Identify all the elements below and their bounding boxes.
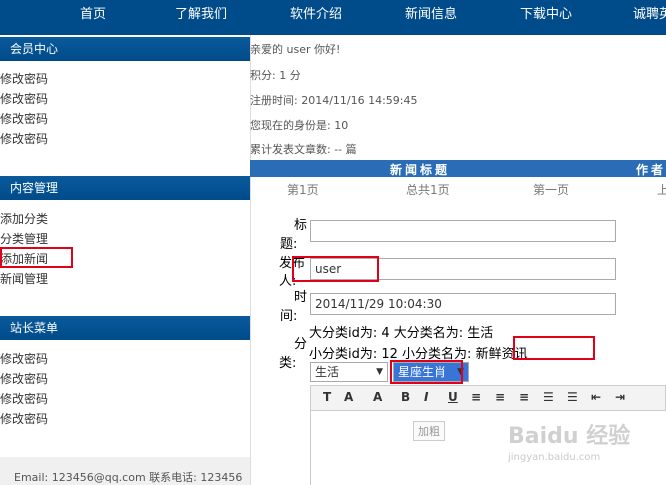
- nav-download[interactable]: 下载中心: [520, 3, 572, 22]
- sidebar-item-add-category[interactable]: 添加分类: [0, 210, 48, 227]
- sidebar-item-news-manage[interactable]: 新闻管理: [0, 270, 48, 287]
- category-label: 分: [294, 337, 308, 352]
- news-table-header: 新闻标题 作者: [250, 160, 666, 177]
- sidebar-content-title: 内容管理: [0, 176, 250, 200]
- pager-prev[interactable]: 上: [657, 181, 666, 198]
- chevron-down-icon: ▼: [376, 367, 383, 377]
- unordered-list-icon[interactable]: ☰: [567, 390, 578, 404]
- greeting-text: 亲爱的 user 你好!: [250, 43, 341, 56]
- underline-icon[interactable]: U: [448, 390, 458, 404]
- column-header-author: 作者: [636, 163, 666, 177]
- nav-software[interactable]: 软件介绍: [290, 3, 342, 22]
- article-count-text: 累计发表文章数: -- 篇: [250, 143, 357, 156]
- title-label: 题:: [280, 237, 298, 252]
- outdent-icon[interactable]: ⇤: [591, 390, 601, 404]
- big-category-value: 生活: [315, 365, 340, 379]
- big-category-select[interactable]: 生活 ▼: [310, 362, 388, 382]
- time-label: 时: [294, 290, 308, 305]
- italic-icon[interactable]: I: [424, 390, 428, 404]
- highlight-category-select: [390, 360, 463, 384]
- bold-tooltip: 加粗: [413, 421, 445, 441]
- pager-current: 第1页: [287, 183, 319, 197]
- column-header-title: 新闻标题: [390, 163, 451, 177]
- highlight-add-news: [0, 247, 73, 268]
- nav-jobs[interactable]: 诚聘英: [633, 3, 666, 22]
- sidebar-item-change-password[interactable]: 修改密码: [0, 390, 48, 407]
- bold-icon[interactable]: B: [401, 390, 410, 404]
- sidebar-item-change-password[interactable]: 修改密码: [0, 90, 48, 107]
- time-label: 间:: [280, 309, 298, 324]
- title-label: 标: [294, 218, 308, 233]
- highlight-small-category: [513, 336, 595, 360]
- nav-home[interactable]: 首页: [80, 3, 106, 22]
- time-input[interactable]: 2014/11/29 10:04:30: [310, 293, 616, 315]
- ordered-list-icon[interactable]: ☰: [543, 390, 554, 404]
- font-color-icon[interactable]: A: [344, 390, 353, 404]
- pager-total: 总共1页: [406, 183, 450, 197]
- nav-news[interactable]: 新闻信息: [405, 3, 457, 22]
- sidebar-item-change-password[interactable]: 修改密码: [0, 130, 48, 147]
- identity-text: 您现在的身份是: 10: [250, 119, 349, 132]
- indent-icon[interactable]: ⇥: [615, 390, 625, 404]
- sidebar-item-category-manage[interactable]: 分类管理: [0, 230, 48, 247]
- nav-about[interactable]: 了解我们: [175, 3, 227, 22]
- points-text: 积分: 1 分: [250, 69, 301, 82]
- sidebar-item-change-password[interactable]: 修改密码: [0, 410, 48, 427]
- highlight-color-icon[interactable]: A: [373, 390, 382, 404]
- baidu-watermark: Baidu 经验: [508, 424, 631, 449]
- sidebar-member-title: 会员中心: [0, 37, 250, 61]
- sidebar-item-change-password[interactable]: 修改密码: [0, 70, 48, 87]
- align-right-icon[interactable]: ≡: [519, 390, 529, 404]
- category-label: 类:: [279, 356, 297, 371]
- sidebar-admin-title: 站长菜单: [0, 316, 250, 340]
- baidu-watermark-url: jingyan.baidu.com: [508, 452, 601, 463]
- sidebar-item-change-password[interactable]: 修改密码: [0, 370, 48, 387]
- sidebar-item-change-password[interactable]: 修改密码: [0, 350, 48, 367]
- pager-first[interactable]: 第一页: [533, 181, 569, 198]
- title-input[interactable]: [310, 220, 616, 242]
- register-time-text: 注册时间: 2014/11/16 14:59:45: [250, 94, 418, 107]
- highlight-author: [292, 256, 379, 282]
- clear-format-icon[interactable]: T: [323, 390, 331, 404]
- sidebar-footer: Email: 123456@qq.com 联系电话: 123456: [0, 457, 250, 485]
- sidebar-item-change-password[interactable]: 修改密码: [0, 110, 48, 127]
- big-category-text: 大分类id为: 4 大分类名为: 生活: [309, 326, 494, 341]
- top-navigation: 首页 了解我们 软件介绍 新闻信息 下载中心 诚聘英: [0, 0, 666, 35]
- align-center-icon[interactable]: ≡: [495, 390, 505, 404]
- editor-toolbar: T A A B I U ≡ ≡ ≡ ☰ ☰ ⇤ ⇥: [310, 385, 666, 411]
- align-left-icon[interactable]: ≡: [471, 390, 481, 404]
